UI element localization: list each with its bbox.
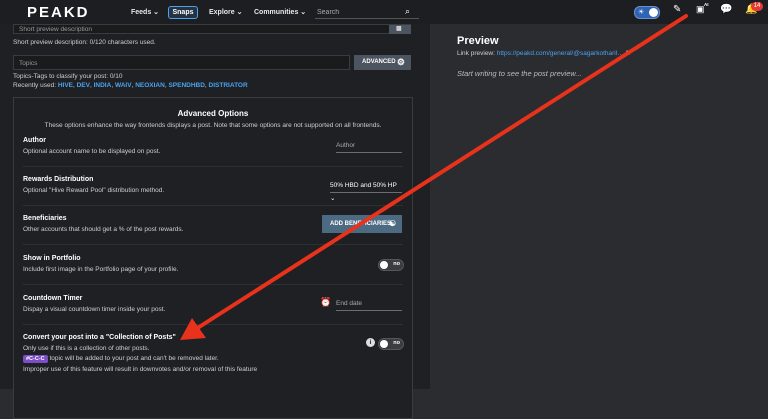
annotation-arrow — [180, 14, 688, 340]
annotation-arrow-line — [194, 14, 688, 331]
annotation-arrow-head — [180, 318, 206, 340]
